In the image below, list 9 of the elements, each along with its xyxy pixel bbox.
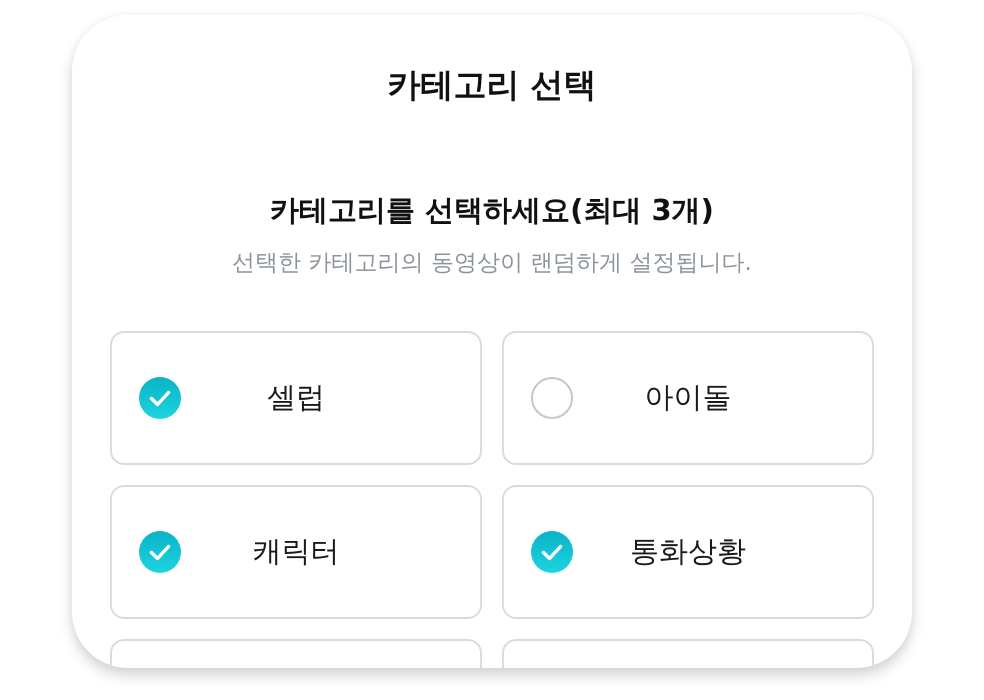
prompt-heading: 카테고리를 선택하세요(최대 3개): [270, 192, 714, 228]
category-option[interactable]: 셀럽: [110, 331, 482, 465]
category-option[interactable]: [110, 639, 482, 668]
category-option[interactable]: 캐릭터: [110, 485, 482, 619]
dialog-title: 카테고리 선택: [387, 65, 597, 105]
category-option[interactable]: 아이돌: [502, 331, 874, 465]
category-option[interactable]: 통화상황: [502, 485, 874, 619]
prompt-description: 선택한 카테고리의 동영상이 랜덤하게 설정됩니다.: [232, 249, 752, 277]
category-option[interactable]: [502, 639, 874, 668]
